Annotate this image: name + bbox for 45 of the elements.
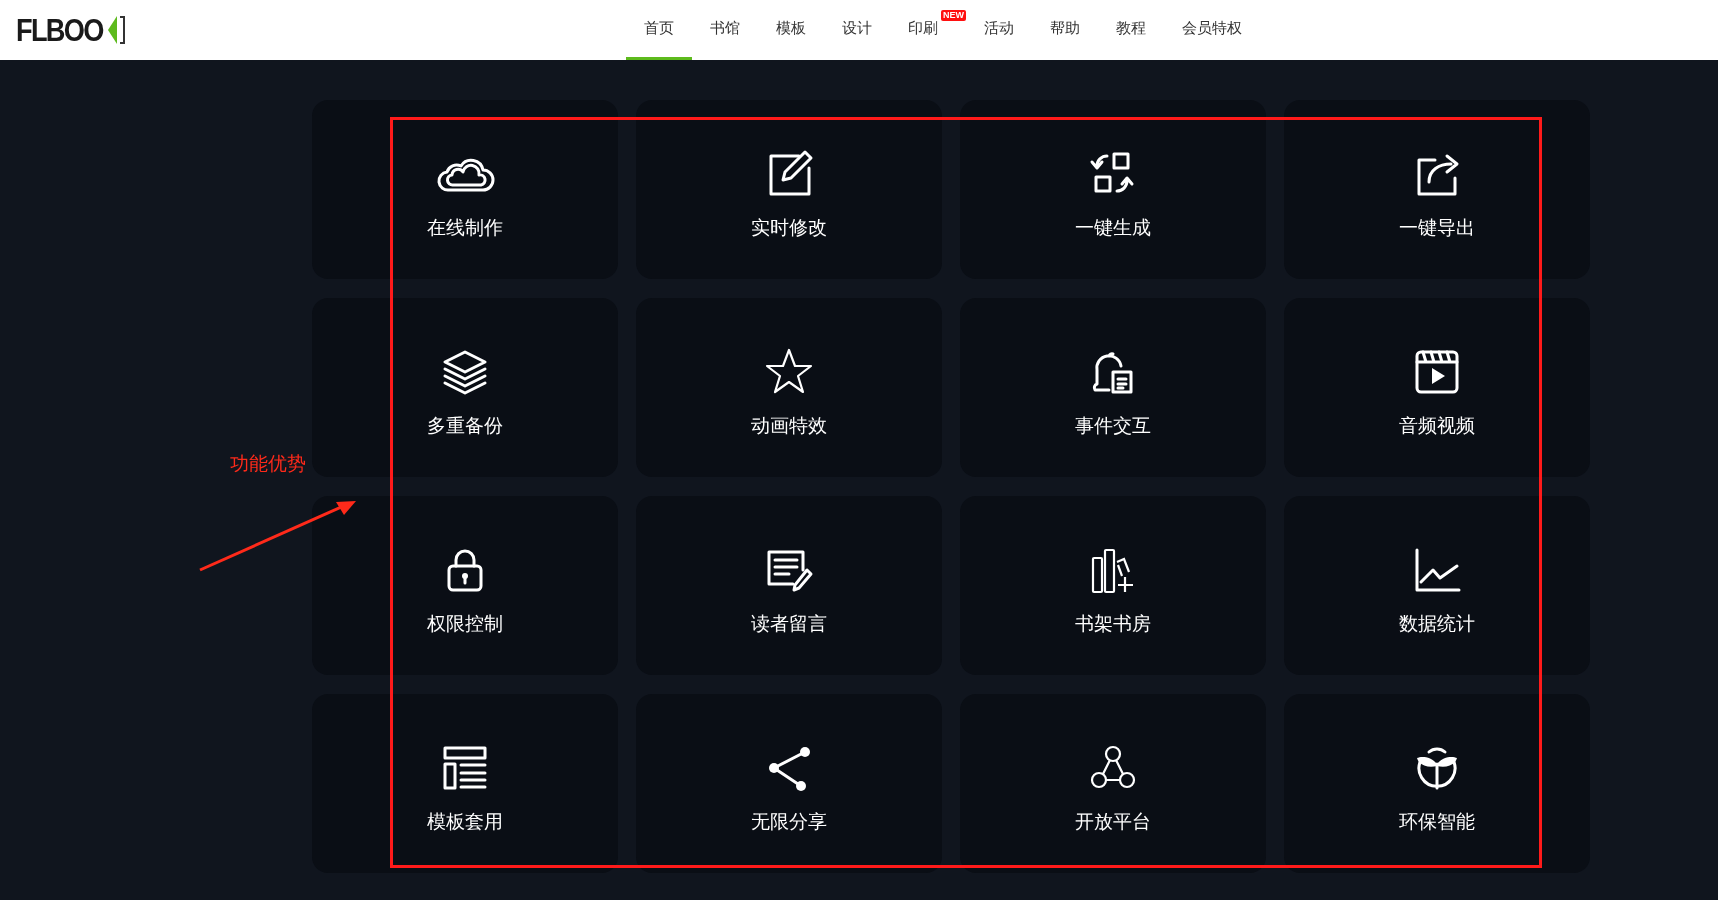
nav-link[interactable]: 模板 [758, 0, 824, 60]
feature-card[interactable]: 书架书房 [960, 496, 1266, 675]
nav-link[interactable]: 书馆 [692, 0, 758, 60]
feature-label: 权限控制 [427, 612, 503, 636]
nav-link[interactable]: 印刷 [890, 0, 940, 60]
logo-mark-icon [106, 14, 126, 46]
feature-label: 开放平台 [1075, 810, 1151, 834]
feature-label: 环保智能 [1399, 810, 1475, 834]
feature-card[interactable]: 动画特效 [636, 298, 942, 477]
feature-label: 一键生成 [1075, 216, 1151, 240]
feature-label: 无限分享 [751, 810, 827, 834]
feature-label: 实时修改 [751, 216, 827, 240]
feature-label: 读者留言 [751, 612, 827, 636]
feature-card[interactable]: 音频视频 [1284, 298, 1590, 477]
nav-link[interactable]: 教程 [1098, 0, 1164, 60]
nav-link[interactable]: 首页 [626, 0, 692, 60]
feature-card[interactable]: 环保智能 [1284, 694, 1590, 873]
feature-card[interactable]: 读者留言 [636, 496, 942, 675]
feature-label: 事件交互 [1075, 414, 1151, 438]
nav-link[interactable]: 设计 [824, 0, 890, 60]
feature-card[interactable]: 一键生成 [960, 100, 1266, 279]
feature-label: 一键导出 [1399, 216, 1475, 240]
feature-card[interactable]: 事件交互 [960, 298, 1266, 477]
nav-link[interactable]: 帮助 [1032, 0, 1098, 60]
feature-label: 模板套用 [427, 810, 503, 834]
feature-card[interactable]: 实时修改 [636, 100, 942, 279]
feature-label: 多重备份 [427, 414, 503, 438]
feature-label: 数据统计 [1399, 612, 1475, 636]
feature-label: 在线制作 [427, 216, 503, 240]
feature-card[interactable]: 一键导出 [1284, 100, 1590, 279]
annotation-label: 功能优势 [230, 452, 306, 476]
feature-card[interactable]: 在线制作 [312, 100, 618, 279]
nav-link[interactable]: 会员特权 [1164, 0, 1260, 60]
logo[interactable]: FLBOO [16, 13, 126, 47]
nav-link[interactable]: 活动 [966, 0, 1032, 60]
feature-card[interactable]: 权限控制 [312, 496, 618, 675]
feature-card[interactable]: 模板套用 [312, 694, 618, 873]
feature-card[interactable]: 无限分享 [636, 694, 942, 873]
feature-label: 音频视频 [1399, 414, 1475, 438]
feature-label: 书架书房 [1075, 612, 1151, 636]
new-badge: NEW [941, 10, 966, 21]
feature-card[interactable]: 开放平台 [960, 694, 1266, 873]
feature-card[interactable]: 数据统计 [1284, 496, 1590, 675]
feature-card[interactable]: 多重备份 [312, 298, 618, 477]
feature-label: 动画特效 [751, 414, 827, 438]
